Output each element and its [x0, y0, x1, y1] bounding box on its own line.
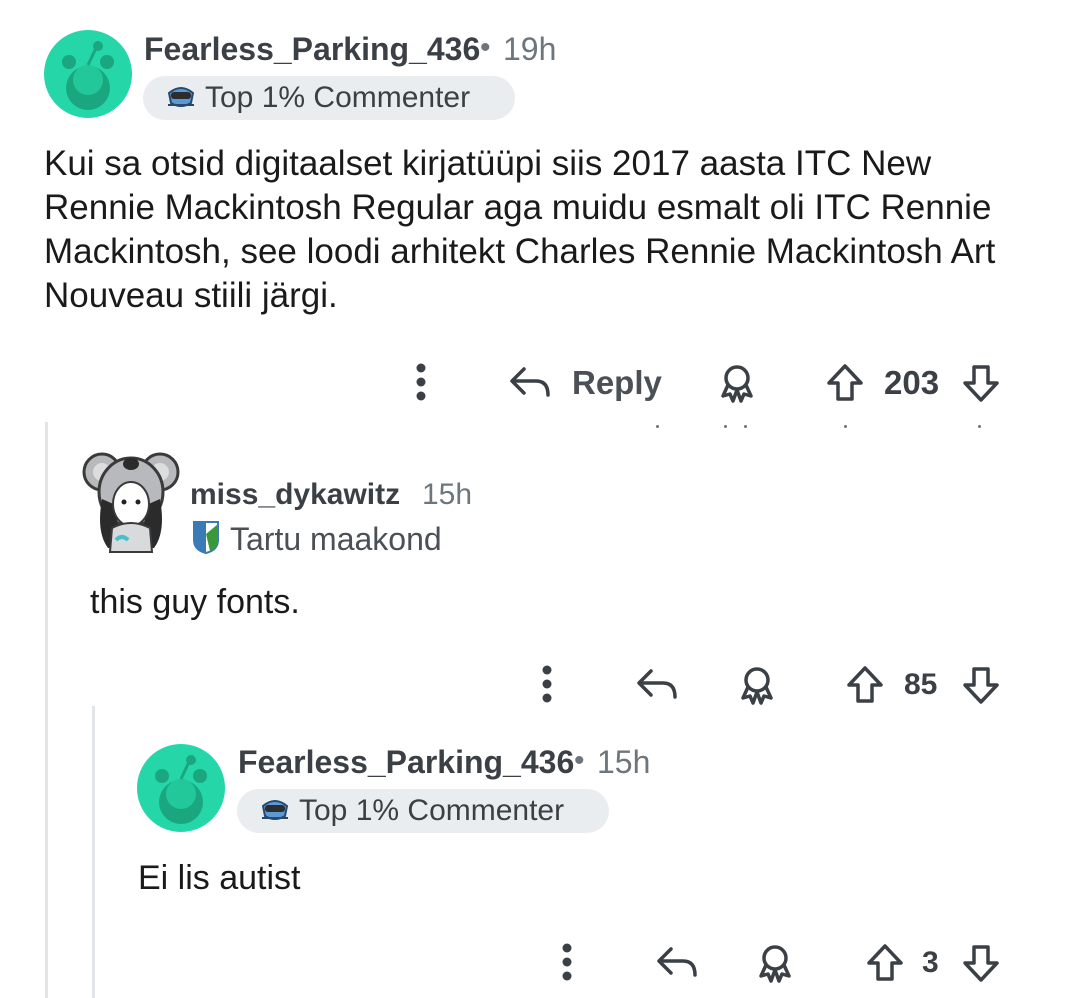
upvote-button[interactable] — [862, 940, 908, 986]
award-icon — [721, 365, 753, 403]
award-button[interactable] — [752, 940, 798, 986]
user-flair: Top 1% Commenter — [237, 789, 609, 833]
comment-timestamp: 15h — [422, 478, 473, 511]
top-commenter-icon — [165, 83, 197, 114]
username[interactable]: miss_dykawitz — [190, 478, 400, 512]
top-commenter-icon — [259, 796, 291, 827]
avatar[interactable] — [44, 30, 132, 118]
separator-dot — [656, 425, 659, 428]
comment-timestamp: 15h — [597, 744, 651, 780]
avatar[interactable] — [82, 444, 180, 556]
comment-body: Kui sa otsid digitaalset kirjatüüpi siis… — [44, 144, 996, 315]
meta-separator: • — [480, 31, 491, 64]
comment-body: this guy fonts. — [90, 583, 300, 621]
reply-icon — [637, 669, 677, 699]
more-options-button[interactable] — [550, 940, 584, 984]
meta-separator: • — [574, 744, 585, 777]
award-icon — [741, 667, 773, 705]
reply-icon — [657, 947, 697, 977]
flair-label: Tartu maakond — [230, 521, 442, 557]
comment-body: Ei lis autist — [138, 859, 301, 897]
more-options-button[interactable] — [530, 662, 564, 706]
downvote-button[interactable] — [958, 360, 1004, 406]
upvote-button[interactable] — [842, 662, 888, 708]
separator-dot — [724, 425, 727, 428]
reply-button[interactable]: Reply — [508, 360, 662, 406]
award-button[interactable] — [734, 662, 780, 708]
downvote-arrow-icon — [963, 667, 999, 704]
separator-dot — [844, 425, 847, 428]
separator-dot — [744, 425, 747, 428]
downvote-arrow-icon — [963, 945, 999, 982]
upvote-arrow-icon — [867, 944, 903, 981]
tartu-county-flag-icon — [192, 520, 220, 559]
more-vertical-icon — [416, 363, 426, 401]
more-vertical-icon — [542, 665, 552, 703]
reply-button[interactable] — [652, 940, 702, 986]
username[interactable]: Fearless_Parking_436 — [238, 744, 574, 781]
downvote-arrow-icon — [963, 365, 999, 402]
separator-dot — [978, 425, 981, 428]
flair-label: Top 1% Commenter — [205, 81, 471, 114]
upvote-arrow-icon — [827, 364, 863, 401]
award-icon — [759, 945, 791, 983]
user-flair: Top 1% Commenter — [143, 76, 515, 120]
downvote-button[interactable] — [958, 940, 1004, 986]
reply-button[interactable] — [632, 662, 682, 708]
downvote-button[interactable] — [958, 662, 1004, 708]
reply-label: Reply — [572, 364, 662, 401]
reply-icon — [510, 367, 550, 397]
more-vertical-icon — [562, 943, 572, 981]
username[interactable]: Fearless_Parking_436 — [144, 31, 480, 68]
avatar[interactable] — [137, 744, 225, 832]
location-flair: Tartu maakond — [192, 520, 442, 559]
flair-label: Top 1% Commenter — [299, 794, 565, 827]
upvote-button[interactable] — [822, 360, 868, 406]
comment-thread: Fearless_Parking_436 • 19h Top 1% Commen… — [0, 0, 1080, 998]
award-button[interactable] — [714, 360, 760, 406]
upvote-arrow-icon — [847, 666, 883, 703]
vote-score: 3 — [922, 946, 939, 979]
comment-timestamp: 19h — [503, 31, 557, 67]
thread-line-level-2[interactable] — [92, 706, 95, 998]
thread-line-level-1[interactable] — [45, 422, 48, 998]
vote-score: 203 — [884, 364, 940, 401]
vote-score: 85 — [904, 668, 938, 701]
more-options-button[interactable] — [404, 360, 438, 404]
